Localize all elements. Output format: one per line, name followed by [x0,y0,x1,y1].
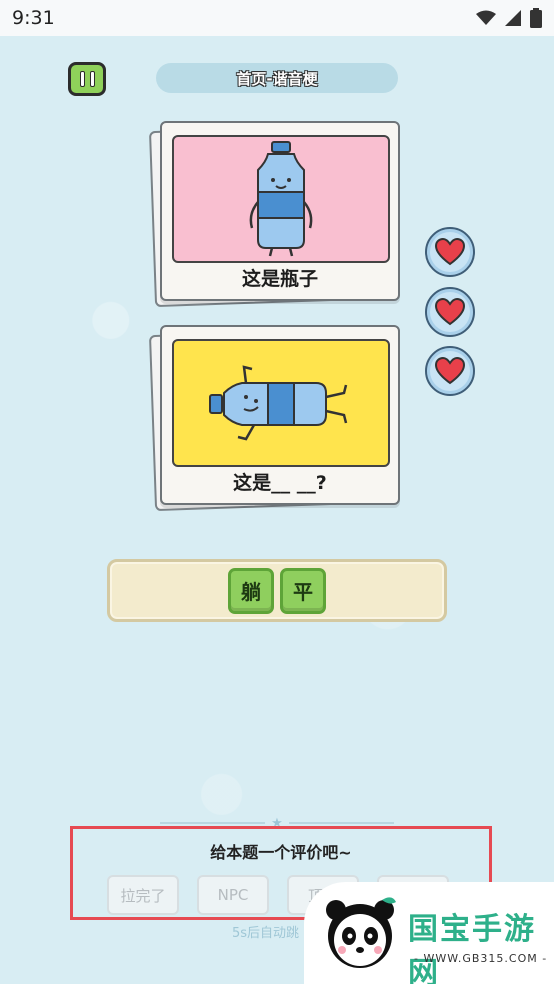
rating-prompt: 给本题一个评价吧~ [210,843,352,862]
watermark-brand: 国宝手游网 [408,912,536,984]
status-time: 9:31 [12,7,55,29]
watermark: 国宝手游网 - WWW.GB315.COM - [304,882,554,984]
card-caption: 这是瓶子 [241,268,318,290]
answer-char-tile[interactable]: 平 [280,567,326,614]
answer-bar: 躺 平 [107,559,447,622]
bottle-lying-icon [209,365,348,441]
signal-icon [505,10,521,26]
card-caption: 这是__ __? [233,472,327,494]
picture-card-1: 这是瓶子 [149,121,404,309]
life-heart-1 [425,227,475,277]
watermark-url: - WWW.GB315.COM - [414,952,548,965]
life-heart-3 [425,346,475,396]
wifi-icon [476,10,496,25]
life-heart-2 [425,287,475,337]
heart-icon [435,298,465,326]
status-bar: 9:31 [0,0,554,36]
level-title: 首页-谐音梗 [156,63,398,93]
battery-icon [530,8,542,28]
card-image-bottle-lying [172,339,390,467]
card-image-bottle-standing [172,135,390,263]
panda-logo-icon [326,897,396,968]
answer-char-tile[interactable]: 躺 [228,567,274,614]
rating-option-2[interactable]: NPC [197,875,269,915]
heart-icon [435,357,465,385]
auto-skip-text: 5s后自动跳 [232,926,300,941]
rating-option-1[interactable]: 拉完了 [107,875,179,915]
pause-icon [79,71,85,87]
status-icons [476,8,542,28]
bottle-standing-icon [249,141,313,257]
picture-card-2: 这是__ __? [149,325,404,513]
heart-icon [435,238,465,266]
pause-button[interactable] [68,62,106,96]
